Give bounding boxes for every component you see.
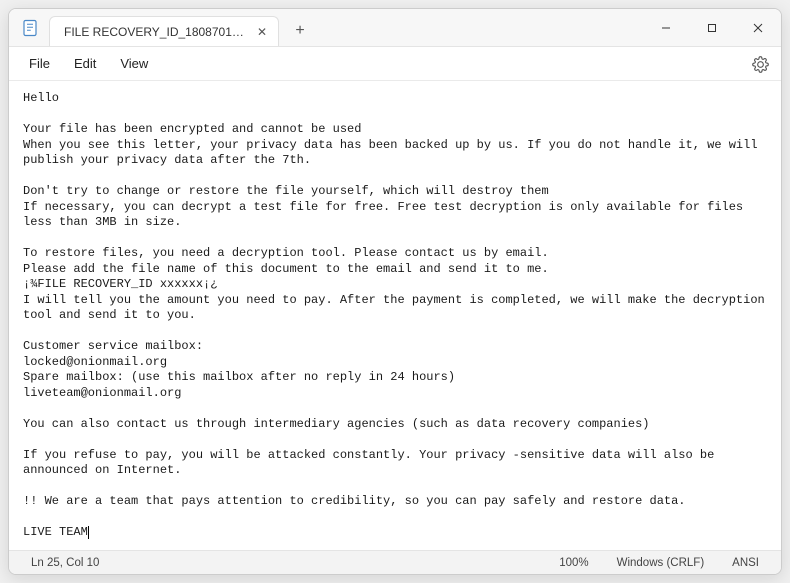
app-icon	[21, 19, 39, 37]
tab-active[interactable]: FILE RECOVERY_ID_180870197840.t ✕	[49, 16, 279, 46]
menu-file[interactable]: File	[17, 52, 62, 75]
document-body: Hello Your file has been encrypted and c…	[23, 91, 772, 539]
maximize-button[interactable]	[689, 9, 735, 47]
settings-button[interactable]	[749, 53, 771, 75]
document-text: Hello Your file has been encrypted and c…	[23, 91, 767, 541]
status-eol[interactable]: Windows (CRLF)	[609, 557, 713, 569]
status-zoom[interactable]: 100%	[551, 557, 596, 569]
gear-icon	[752, 56, 769, 73]
menu-edit[interactable]: Edit	[62, 52, 108, 75]
status-encoding[interactable]: ANSI	[724, 557, 767, 569]
new-tab-button[interactable]: +	[287, 18, 313, 44]
menubar: File Edit View	[9, 47, 781, 81]
tab-label: FILE RECOVERY_ID_180870197840.t	[64, 25, 248, 39]
minimize-button[interactable]	[643, 9, 689, 47]
close-button[interactable]	[735, 9, 781, 47]
status-position[interactable]: Ln 25, Col 10	[23, 557, 107, 569]
editor-area[interactable]: Hello Your file has been encrypted and c…	[9, 81, 781, 550]
window-controls	[643, 9, 781, 47]
titlebar: FILE RECOVERY_ID_180870197840.t ✕ +	[9, 9, 781, 47]
menu-view[interactable]: View	[108, 52, 160, 75]
statusbar: Ln 25, Col 10 100% Windows (CRLF) ANSI	[9, 550, 781, 574]
tab-close-button[interactable]: ✕	[254, 24, 270, 40]
window: FILE RECOVERY_ID_180870197840.t ✕ + File…	[8, 8, 782, 575]
text-caret	[88, 526, 89, 539]
